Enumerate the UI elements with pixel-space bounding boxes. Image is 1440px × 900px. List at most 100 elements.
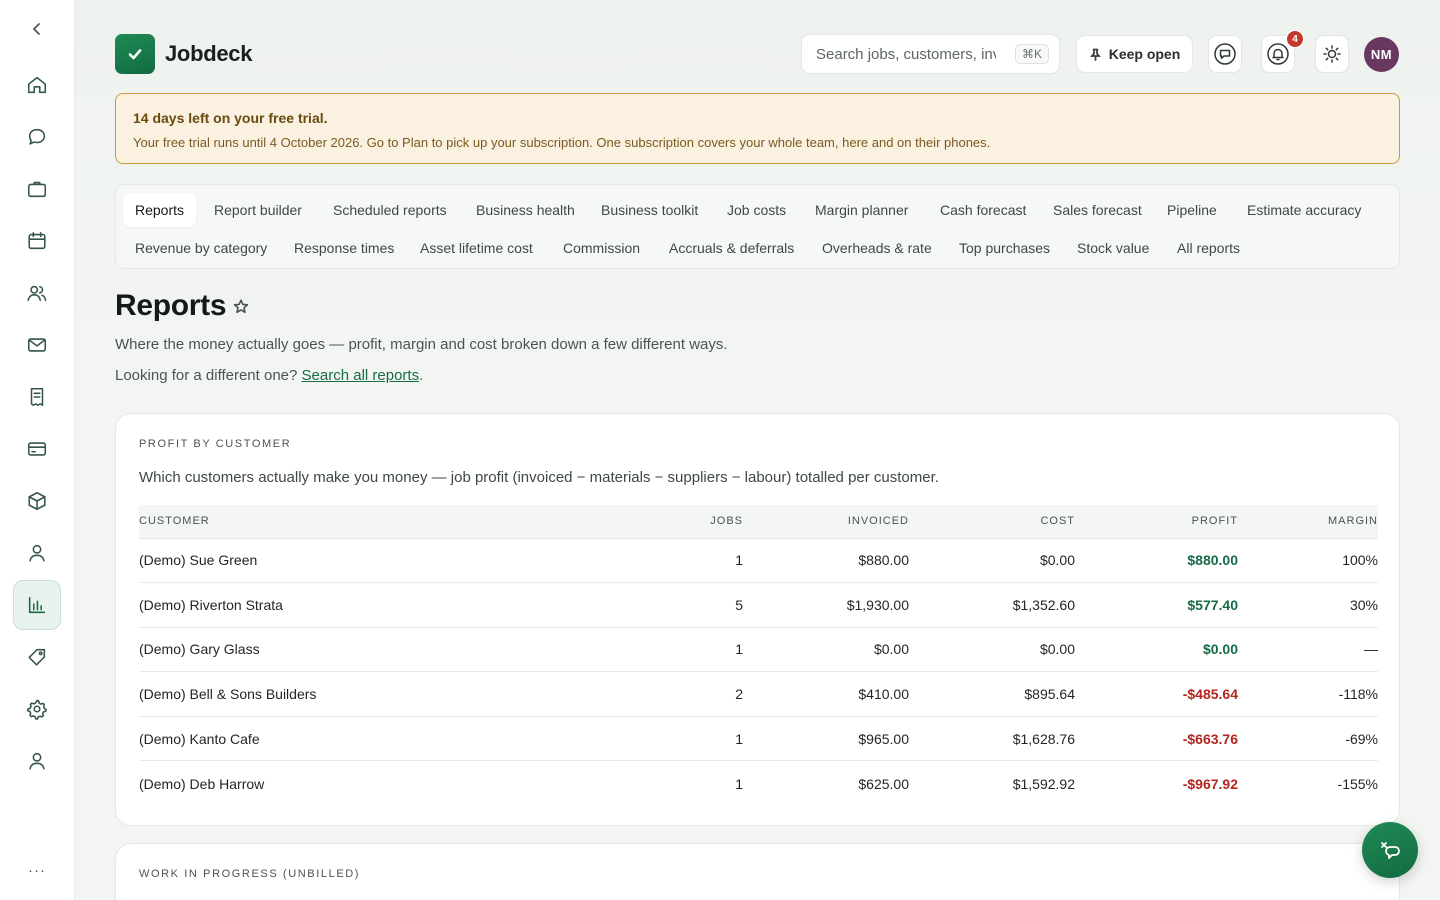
margin-cell: 30%	[1238, 582, 1378, 628]
tab-pipeline[interactable]: Pipeline	[1155, 193, 1229, 227]
tab-scheduled-reports[interactable]: Scheduled reports	[321, 193, 459, 227]
col-margin[interactable]: MARGIN	[1238, 505, 1378, 539]
col-cost[interactable]: COST	[909, 505, 1075, 539]
tab-business-health[interactable]: Business health	[464, 193, 587, 227]
tab-business-toolkit[interactable]: Business toolkit	[589, 193, 710, 227]
app-logo[interactable]: Jobdeck	[115, 34, 252, 74]
work-in-progress-card: WORK IN PROGRESS (UNBILLED)	[115, 843, 1400, 900]
cost-cell: $0.00	[909, 627, 1075, 673]
search-input[interactable]	[816, 45, 996, 63]
chat-icon	[28, 128, 46, 145]
account-icon	[29, 752, 45, 770]
tab-overheads-rate[interactable]: Overheads & rate	[810, 231, 944, 265]
margin-cell: —	[1238, 627, 1378, 673]
table-row[interactable]: (Demo) Gary Glass 1 $0.00 $0.00 $0.00 —	[139, 627, 1378, 673]
profit-cell: $0.00	[1075, 627, 1238, 673]
nav-jobs[interactable]	[13, 165, 61, 213]
customer-cell: (Demo) Riverton Strata	[139, 582, 569, 628]
nav-invoices[interactable]	[13, 373, 61, 421]
tab-response-times[interactable]: Response times	[282, 231, 406, 265]
credit-card-icon	[27, 442, 47, 456]
sun-icon	[1323, 45, 1341, 63]
tab-margin-planner[interactable]: Margin planner	[803, 193, 920, 227]
favorite-star-icon[interactable]	[232, 298, 250, 316]
report-tabs: Reports Report builder Scheduled reports…	[115, 184, 1400, 269]
nav-team[interactable]	[13, 529, 61, 577]
theme-toggle-button[interactable]	[1315, 35, 1349, 73]
table-row[interactable]: (Demo) Deb Harrow 1 $625.00 $1,592.92 -$…	[139, 761, 1378, 806]
nav-mail[interactable]	[13, 321, 61, 369]
tab-estimate-accuracy[interactable]: Estimate accuracy	[1235, 193, 1373, 227]
customer-cell: (Demo) Deb Harrow	[139, 775, 265, 792]
table-row[interactable]: (Demo) Sue Green 1 $880.00 $0.00 $880.00…	[139, 538, 1378, 584]
profit-cell: $880.00	[1075, 538, 1238, 584]
nav-customers[interactable]	[13, 269, 61, 317]
jobs-cell: 2	[569, 671, 743, 717]
looking-suffix: .	[419, 367, 424, 384]
tab-sales-forecast[interactable]: Sales forecast	[1041, 193, 1154, 227]
user-avatar[interactable]: NM	[1364, 37, 1399, 72]
tab-cash-forecast[interactable]: Cash forecast	[928, 193, 1038, 227]
looking-prefix: Looking for a different one?	[115, 367, 298, 384]
tag-icon	[28, 648, 46, 666]
margin-cell: -118%	[1238, 671, 1378, 717]
collapse-chevron-icon[interactable]	[25, 17, 49, 41]
users-icon	[27, 285, 47, 302]
more-menu[interactable]: ···	[25, 862, 49, 882]
profit-by-customer-card: PROFIT BY CUSTOMER Which customers actua…	[115, 413, 1400, 826]
tab-accruals-deferrals[interactable]: Accruals & deferrals	[657, 231, 806, 265]
table-row[interactable]: (Demo) Riverton Strata 5 $1,930.00 $1,35…	[139, 582, 1378, 628]
global-search[interactable]: ⌘K	[801, 34, 1060, 74]
tab-stock-value[interactable]: Stock value	[1065, 231, 1161, 265]
invoiced-cell: $0.00	[743, 627, 909, 673]
table-header-row: CUSTOMER JOBS INVOICED COST PROFIT MARGI…	[139, 505, 1378, 539]
jobs-cell: 5	[569, 582, 743, 628]
receipt-icon	[30, 387, 44, 407]
tab-reports[interactable]: Reports	[123, 193, 197, 227]
keep-open-button[interactable]: Keep open	[1076, 35, 1193, 73]
calendar-icon	[28, 231, 46, 250]
nav-home[interactable]	[13, 61, 61, 109]
briefcase-icon	[27, 181, 47, 198]
table-row[interactable]: (Demo) Bell & Sons Builders 2 $410.00 $8…	[139, 671, 1378, 717]
tab-report-builder[interactable]: Report builder	[202, 193, 314, 227]
customer-cell: (Demo) Sue Green	[139, 538, 569, 584]
profit-cell: -$663.76	[1075, 716, 1238, 762]
search-reports-hint: Looking for a different one? Search all …	[115, 367, 423, 384]
help-chat-button[interactable]	[1362, 822, 1418, 878]
jobs-cell: 1	[735, 775, 743, 792]
bell-icon	[1267, 43, 1289, 65]
jobs-cell: 1	[569, 716, 743, 762]
tab-commission[interactable]: Commission	[551, 231, 652, 265]
messages-button[interactable]	[1208, 35, 1242, 73]
profit-cell: -$967.92	[1182, 775, 1238, 792]
nav-messages[interactable]	[13, 113, 61, 161]
col-jobs[interactable]: JOBS	[569, 505, 743, 539]
check-logo-icon	[115, 34, 155, 74]
col-profit[interactable]: PROFIT	[1075, 505, 1238, 539]
nav-calendar[interactable]	[13, 217, 61, 265]
tab-job-costs[interactable]: Job costs	[715, 193, 798, 227]
search-shortcut: ⌘K	[1014, 44, 1049, 64]
col-customer[interactable]: CUSTOMER	[139, 505, 569, 539]
app-name: Jobdeck	[165, 41, 253, 66]
search-all-reports-link[interactable]: Search all reports	[302, 367, 420, 384]
tab-revenue-by-category[interactable]: Revenue by category	[123, 231, 279, 265]
nav-reports[interactable]	[13, 580, 61, 630]
invoiced-cell: $410.00	[743, 671, 909, 717]
tab-all-reports[interactable]: All reports	[1165, 231, 1252, 265]
table-row[interactable]: (Demo) Kanto Cafe 1 $965.00 $1,628.76 -$…	[139, 716, 1378, 762]
cost-cell: $895.64	[909, 671, 1075, 717]
tab-asset-lifetime-cost[interactable]: Asset lifetime cost	[408, 231, 545, 265]
box-icon	[28, 491, 46, 511]
profit-cell: -$485.64	[1075, 671, 1238, 717]
nav-settings[interactable]	[13, 685, 61, 733]
mail-icon	[27, 338, 47, 352]
nav-account[interactable]	[13, 737, 61, 785]
col-invoiced[interactable]: INVOICED	[743, 505, 909, 539]
nav-payments[interactable]	[13, 425, 61, 473]
nav-pricing[interactable]	[13, 633, 61, 681]
tab-top-purchases[interactable]: Top purchases	[947, 231, 1062, 265]
jobs-cell: 1	[569, 538, 743, 584]
nav-inventory[interactable]	[13, 477, 61, 525]
